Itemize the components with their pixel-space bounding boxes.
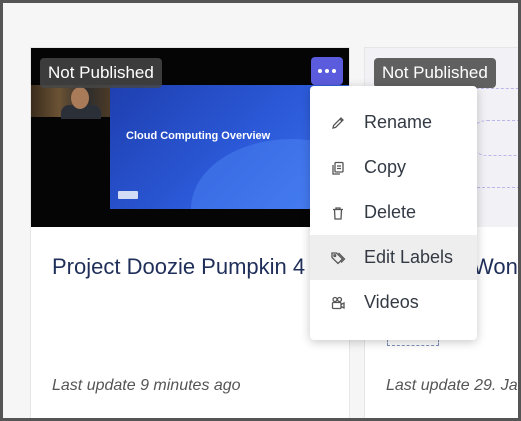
more-options-button[interactable] (311, 57, 343, 85)
menu-item-copy[interactable]: Copy (310, 145, 477, 190)
menu-item-rename[interactable]: Rename (310, 100, 477, 145)
slide-title: Cloud Computing Overview (126, 130, 271, 142)
menu-item-videos[interactable]: Videos (310, 280, 477, 325)
menu-item-edit-labels[interactable]: Edit Labels (310, 235, 477, 280)
webcam-image (31, 85, 111, 119)
context-menu: Rename Copy Delete Edit Labels Videos (310, 86, 477, 340)
project-thumbnail[interactable]: Cloud Computing Overview Not Published (31, 48, 349, 227)
menu-item-label: Copy (364, 157, 407, 177)
menu-item-delete[interactable]: Delete (310, 190, 477, 235)
project-title[interactable]: Wonde (473, 254, 518, 280)
slide-logo (118, 191, 138, 199)
menu-item-label: Rename (364, 112, 433, 132)
copy-icon (330, 160, 346, 176)
menu-item-label: Videos (364, 292, 419, 312)
last-update-text: Last update 9 minutes ago (52, 377, 241, 394)
project-title[interactable]: Project Doozie Pumpkin 4 (52, 254, 305, 280)
pencil-icon (330, 115, 346, 131)
video-camera-icon (330, 295, 346, 311)
dot-icon (332, 69, 336, 73)
project-card[interactable]: Cloud Computing Overview Not Published P… (30, 47, 350, 418)
menu-item-label: Delete (364, 202, 417, 222)
status-badge: Not Published (374, 58, 496, 88)
screenshot-frame: Cloud Computing Overview Not Published P… (0, 0, 521, 421)
tags-icon (330, 250, 346, 266)
trash-icon (330, 205, 346, 221)
dot-icon (318, 69, 322, 73)
status-badge: Not Published (40, 58, 162, 88)
last-update-text: Last update 29. Jan (386, 377, 521, 394)
dot-icon (325, 69, 329, 73)
menu-item-label: Edit Labels (364, 247, 454, 267)
